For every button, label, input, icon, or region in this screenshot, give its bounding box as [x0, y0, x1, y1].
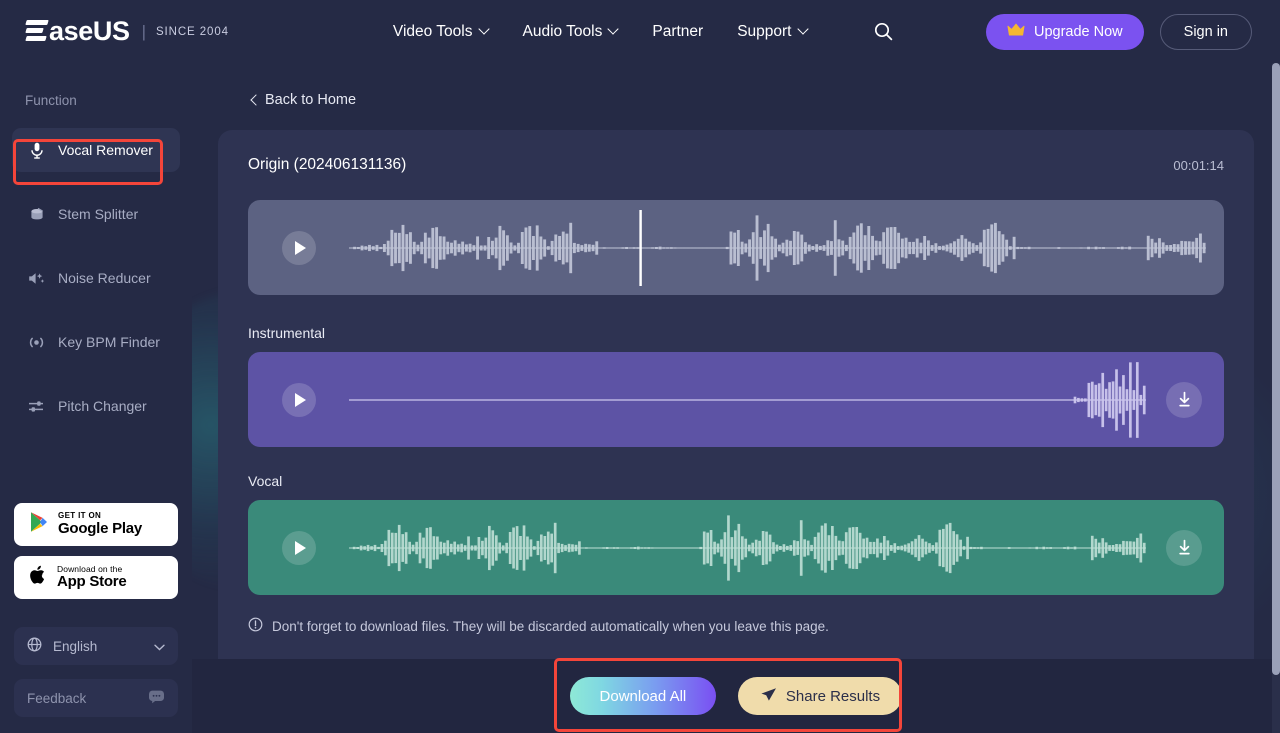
download-all-label: Download All	[600, 688, 687, 705]
nav-item-video-tools[interactable]: Video Tools	[393, 23, 489, 41]
sign-in-label: Sign in	[1184, 24, 1228, 40]
play-icon	[295, 241, 306, 255]
nav-label: Video Tools	[393, 23, 473, 41]
back-to-home-link[interactable]: Back to Home	[250, 92, 356, 108]
logo-wordmark: aseUS	[49, 16, 130, 47]
track-instrumental[interactable]	[248, 352, 1224, 447]
bottom-action-bar: Download All Share Results	[192, 659, 1280, 733]
sidebar-items: Vocal Remover Stem Splitter	[0, 128, 192, 428]
app-store-badges: GET IT ON Google Play Download on the Ap…	[14, 503, 178, 609]
scrollbar-thumb[interactable]	[1272, 63, 1280, 675]
track-origin[interactable]	[248, 200, 1224, 295]
language-label: English	[53, 639, 97, 654]
download-notice-text: Don't forget to download files. They wil…	[272, 619, 829, 634]
sliders-icon	[28, 398, 45, 415]
chevron-left-icon	[250, 96, 258, 104]
play-button-instrumental[interactable]	[282, 383, 316, 417]
sign-in-button[interactable]: Sign in	[1160, 14, 1252, 50]
play-button-vocal[interactable]	[282, 531, 316, 565]
page-root: aseUS | SINCE 2004 Video Tools Audio Too…	[0, 0, 1280, 733]
speaker-sparkle-icon	[28, 270, 45, 287]
track-vocal[interactable]	[248, 500, 1224, 595]
share-arrow-icon	[760, 687, 777, 706]
sidebar-item-noise-reducer[interactable]: Noise Reducer	[12, 256, 180, 300]
track-label-instrumental: Instrumental	[248, 325, 1254, 341]
chevron-down-icon	[154, 639, 165, 654]
sidebar-item-label: Vocal Remover	[58, 142, 153, 158]
app-store-badge[interactable]: Download on the App Store	[14, 556, 178, 599]
globe-icon	[27, 637, 42, 655]
sidebar-item-stem-splitter[interactable]: Stem Splitter	[12, 192, 180, 236]
app-store-text: Download on the App Store	[57, 565, 126, 590]
crown-icon	[1007, 23, 1025, 41]
nav-label: Support	[737, 23, 791, 41]
feedback-label: Feedback	[27, 691, 86, 706]
app-store-large: App Store	[57, 574, 126, 590]
chevron-down-icon	[480, 25, 489, 34]
waveform-instrumental[interactable]	[349, 358, 1146, 442]
chat-bubble-icon	[148, 689, 165, 707]
info-circle-icon	[248, 617, 263, 635]
share-results-label: Share Results	[786, 688, 880, 705]
sidebar-item-vocal-remover[interactable]: Vocal Remover	[12, 128, 180, 172]
upgrade-now-button[interactable]: Upgrade Now	[986, 14, 1144, 50]
logo-e-mark	[26, 20, 48, 43]
play-icon	[295, 541, 306, 555]
sidebar-item-pitch-changer[interactable]: Pitch Changer	[12, 384, 180, 428]
chevron-down-icon	[609, 25, 618, 34]
sidebar: Function Vocal Remover	[0, 63, 192, 733]
back-to-home-label: Back to Home	[265, 92, 356, 108]
nav-item-partner[interactable]: Partner	[652, 23, 703, 41]
nav-item-audio-tools[interactable]: Audio Tools	[523, 23, 619, 41]
audio-duration: 00:01:14	[1173, 158, 1224, 173]
download-all-button[interactable]: Download All	[570, 677, 716, 715]
nav-label: Partner	[652, 23, 703, 41]
microphone-icon	[28, 142, 45, 159]
page-scrollbar[interactable]	[1272, 63, 1280, 733]
apple-icon	[29, 564, 48, 591]
google-play-text: GET IT ON Google Play	[58, 512, 142, 537]
easeus-logo[interactable]: aseUS | SINCE 2004	[26, 16, 229, 47]
language-selector[interactable]: English	[14, 627, 178, 665]
play-button-origin[interactable]	[282, 231, 316, 265]
result-card: Origin (202406131136) 00:01:14 Instrumen…	[218, 130, 1254, 733]
logo-divider: |	[142, 22, 146, 42]
key-bpm-icon	[28, 334, 45, 351]
share-results-button[interactable]: Share Results	[738, 677, 902, 715]
google-play-badge[interactable]: GET IT ON Google Play	[14, 503, 178, 546]
top-bar-actions: Upgrade Now Sign in	[986, 14, 1252, 50]
nav-item-support[interactable]: Support	[737, 23, 807, 41]
drum-icon	[28, 206, 45, 223]
top-navigation-bar: aseUS | SINCE 2004 Video Tools Audio Too…	[0, 0, 1280, 63]
page-title: Origin (202406131136)	[248, 156, 406, 174]
sidebar-item-key-bpm-finder[interactable]: Key BPM Finder	[12, 320, 180, 364]
upgrade-now-label: Upgrade Now	[1034, 24, 1123, 40]
main-content: Back to Home Origin (202406131136) 00:01…	[192, 63, 1280, 733]
google-play-icon	[29, 511, 49, 538]
logo-since-text: SINCE 2004	[156, 26, 229, 38]
google-play-large: Google Play	[58, 521, 142, 537]
nav-label: Audio Tools	[523, 23, 603, 41]
sidebar-item-label: Stem Splitter	[58, 206, 138, 222]
chevron-down-icon	[799, 25, 808, 34]
waveform-origin[interactable]	[349, 206, 1206, 290]
waveform-vocal[interactable]	[349, 506, 1146, 590]
play-icon	[295, 393, 306, 407]
sidebar-item-label: Noise Reducer	[58, 270, 151, 286]
sidebar-item-label: Pitch Changer	[58, 398, 147, 414]
track-label-vocal: Vocal	[248, 473, 1254, 489]
search-icon[interactable]	[874, 22, 893, 41]
sidebar-item-label: Key BPM Finder	[58, 334, 160, 350]
sidebar-section-label: Function	[25, 93, 192, 108]
download-button-instrumental[interactable]	[1166, 382, 1202, 418]
download-button-vocal[interactable]	[1166, 530, 1202, 566]
main-nav: Video Tools Audio Tools Partner Support	[393, 22, 893, 41]
feedback-button[interactable]: Feedback	[14, 679, 178, 717]
download-notice: Don't forget to download files. They wil…	[248, 617, 1254, 635]
card-header: Origin (202406131136) 00:01:14	[218, 130, 1254, 200]
